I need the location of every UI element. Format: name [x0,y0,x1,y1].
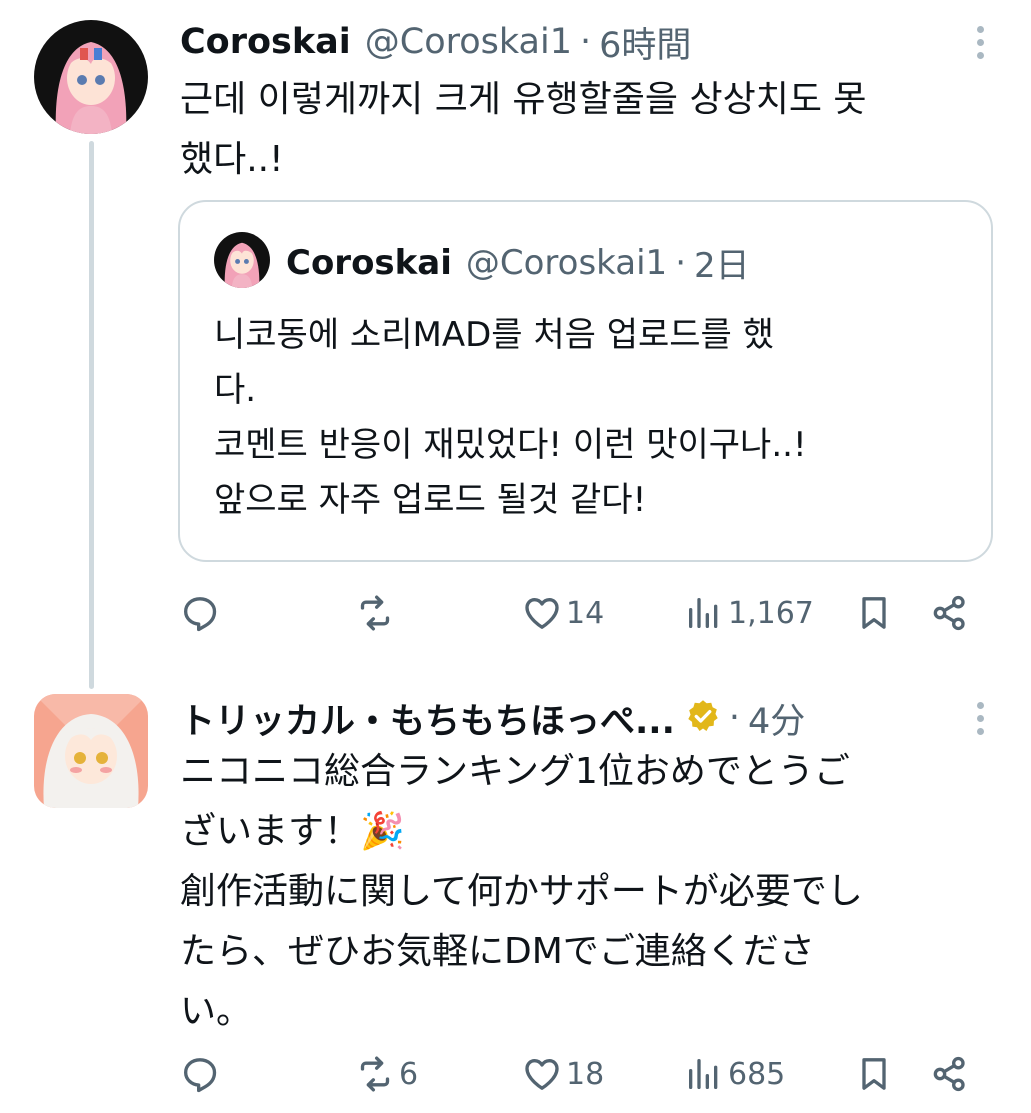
retweet-icon [360,1056,390,1092]
bookmark-icon [862,1058,886,1090]
bookmark-icon [862,597,886,629]
reply-button[interactable] [180,1054,224,1094]
share-button[interactable] [930,1054,970,1094]
tweet-1[interactable]: Coroskai @Coroskai1 · 6時間 근데 이렇게까지 크게 유행… [0,0,1031,660]
separator-dot: · [728,698,741,738]
tweet-text: ニコニコ総合ランキング1位おめでとうご ざいます！🎉 創作活動に関して何かサポー… [180,751,863,1032]
separator-dot: · [675,242,686,283]
anime-pink-hair-avatar-icon [214,232,270,288]
timestamp[interactable]: 4分 [748,693,805,744]
share-icon [933,1056,965,1092]
avatar[interactable] [34,694,148,808]
quoted-text: 니코동에 소리MAD를 처음 업로드를 했 다. 코멘트 반응이 재밌었다! 이… [214,315,807,520]
retweet-count: 6 [399,1056,419,1092]
user-handle[interactable]: @Coroskai1 [365,22,572,62]
bar-chart-icon [689,1059,718,1089]
view-count: 1,167 [728,595,814,631]
reply-icon [184,597,217,632]
anime-white-hair-avatar-icon [34,694,148,808]
heart-icon [525,598,559,629]
quoted-timestamp: 2日 [694,246,750,286]
quoted-tweet[interactable]: Coroskai @Coroskai1 · 2日 니코동에 소리MAD를 처음 … [178,200,993,562]
verified-badge-icon [685,698,721,738]
bookmark-button[interactable] [854,1054,894,1094]
quoted-header: Coroskai @Coroskai1 · 2日 [286,238,750,287]
tweet-header: トリッカル・もちもちほっぺ... · 4分 [180,694,991,742]
bar-chart-icon [689,598,718,628]
share-button[interactable] [930,593,970,633]
views-button[interactable]: 685 [684,1054,785,1094]
view-count: 685 [728,1056,786,1092]
more-options-icon[interactable] [975,26,985,65]
display-name[interactable]: Coroskai [180,22,351,62]
reply-icon [184,1058,217,1093]
timestamp[interactable]: 6時間 [599,17,691,68]
retweet-button[interactable]: 6 [355,1054,418,1094]
tweet-actions: 6 18 685 [180,1054,980,1104]
tweet-2[interactable]: トリッカル・もちもちほっぺ... · 4分 ニコニコ総合ランキング1位おめでとう… [0,680,1031,1113]
share-icon [933,595,965,631]
avatar[interactable] [34,20,148,134]
anime-pink-hair-avatar-icon [34,20,148,134]
like-count: 18 [566,1056,605,1092]
quoted-avatar [214,232,270,288]
like-button[interactable]: 18 [522,1054,604,1094]
quoted-handle: @Coroskai1 [465,242,668,283]
views-button[interactable]: 1,167 [684,593,814,633]
tweet-actions: 14 1,167 [180,593,980,643]
bookmark-button[interactable] [854,593,894,633]
like-button[interactable]: 14 [522,593,604,633]
quoted-display-name: Coroskai [286,242,452,283]
separator-dot: · [579,22,592,62]
heart-icon [525,1059,559,1090]
tweet-header: Coroskai @Coroskai1 · 6時間 [180,18,991,66]
display-name[interactable]: トリッカル・もちもちほっぺ... [180,693,675,744]
reply-button[interactable] [180,593,224,633]
tweet-text: 근데 이렇게까지 크게 유행할줄을 상상치도 못 했다..! [180,79,867,180]
retweet-button[interactable] [355,593,399,633]
more-options-icon[interactable] [975,702,985,741]
retweet-icon [360,595,390,631]
like-count: 14 [566,595,605,631]
